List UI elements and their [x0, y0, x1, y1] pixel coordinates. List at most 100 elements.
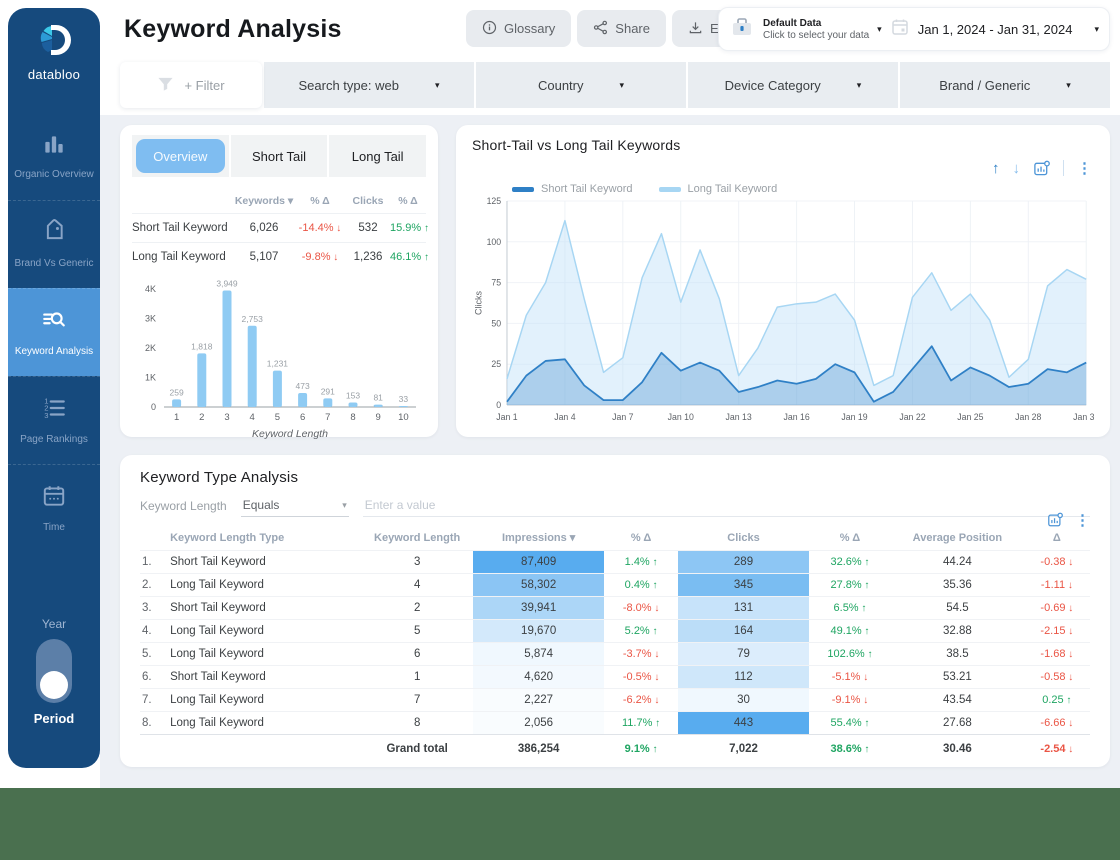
svg-text:Jan 7: Jan 7 [612, 412, 633, 422]
impressions-cell: 2,056 [473, 711, 604, 735]
summary-label: Long Tail Keyword [132, 251, 226, 263]
impressions-cell: 5,874 [473, 642, 604, 666]
table-row[interactable]: 8. Long Tail Keyword 8 2,056 11.7% ↑ 443 55.4%… [140, 711, 1090, 735]
column-header[interactable]: % Δ [809, 525, 891, 551]
arrow-up-icon: ↑ [649, 557, 658, 568]
tab-long-tail[interactable]: Long Tail [329, 135, 427, 177]
table-row[interactable]: 7. Long Tail Keyword 7 2,227 -6.2% ↓ 30 -9.1% … [140, 688, 1090, 712]
delta-value: -2.15 ↓ [1040, 625, 1073, 637]
chart-embed-icon[interactable] [1047, 512, 1063, 528]
column-header[interactable] [140, 525, 168, 551]
sidebar-item-organic-overview[interactable]: Organic Overview [8, 112, 100, 200]
clicks-cell: 112 [678, 665, 809, 689]
bar[interactable] [348, 402, 358, 407]
svg-text:33: 33 [399, 394, 409, 404]
delta-value: -6.2% ↓ [623, 694, 660, 706]
summary-header-cell[interactable]: Keywords ▾ [234, 195, 294, 207]
impressions-delta-cell: -8.0% ↓ [603, 596, 679, 620]
bar[interactable] [197, 353, 207, 407]
sort-descending-icon[interactable]: ↓ [1013, 160, 1021, 177]
year-period-toggle[interactable] [36, 639, 72, 703]
column-header[interactable]: Clicks [678, 525, 809, 551]
delta-text: -6.2% [622, 694, 652, 706]
clicks-delta-cell: 102.6% ↑ [808, 642, 892, 666]
row-number: 1. [140, 550, 169, 574]
table-row[interactable]: 6. Short Tail Keyword 1 4,620 -0.5% ↓ 112 -5.1… [140, 665, 1090, 689]
keyword-type-table: Keyword Length Type Keyword Length Impress… [140, 525, 1090, 763]
svg-text:153: 153 [346, 390, 360, 400]
data-source-selector[interactable]: Default Data Click to select your data ▾ [729, 16, 890, 43]
filter-dropdown-brand-generic[interactable]: Brand / Generic ▾ [900, 62, 1110, 108]
numbered-list-icon: 123 [41, 395, 67, 426]
legend-item[interactable]: Long Tail Keyword [658, 183, 777, 195]
arrow-up-icon: ↑ [649, 580, 658, 591]
tab-short-tail[interactable]: Short Tail [230, 135, 328, 177]
svg-text:Jan 1: Jan 1 [496, 412, 517, 422]
bar[interactable] [272, 370, 282, 407]
keyword-summary-table: Keywords ▾% Δ Clicks% Δ Short Tail Keyword… [132, 189, 429, 271]
svg-text:Jan 28: Jan 28 [1015, 412, 1041, 422]
svg-text:3: 3 [44, 411, 48, 420]
column-header[interactable]: Average Position [891, 525, 1024, 551]
delta-value: 0.25 ↑ [1042, 694, 1071, 706]
legend-item[interactable]: Short Tail Keyword [512, 183, 633, 195]
column-header[interactable]: Keyword Length Type [168, 525, 361, 551]
bar[interactable] [172, 399, 182, 407]
bar[interactable] [373, 404, 383, 407]
total-impressions: 386,254 [473, 734, 604, 763]
data-source-title: Default Data [763, 17, 822, 29]
share-button[interactable]: Share [577, 10, 666, 47]
brand-logo: databloo [28, 22, 80, 82]
sidebar-item-keyword-analysis[interactable]: Keyword Analysis [8, 288, 100, 376]
more-options-icon[interactable]: ⋮ [1075, 511, 1090, 529]
table-row[interactable]: 3. Short Tail Keyword 2 39,941 -8.0% ↓ 131 6.5… [140, 596, 1090, 620]
summary-clicks: 532 [358, 222, 378, 234]
bar[interactable] [222, 290, 232, 407]
svg-text:2K: 2K [145, 343, 156, 353]
filter-dropdown-country[interactable]: Country ▾ [476, 62, 686, 108]
keyword-type-cell: Short Tail Keyword [168, 596, 361, 620]
column-header[interactable]: Keyword Length [361, 525, 473, 551]
add-filter-button[interactable]: + Filter [120, 62, 262, 108]
bar[interactable] [323, 398, 333, 407]
delta-value: -5.1% ↓ [832, 671, 869, 683]
arrow-up-icon: ↑ [858, 603, 867, 614]
table-row[interactable]: 2. Long Tail Keyword 4 58,302 0.4% ↑ 345 27.8%… [140, 573, 1090, 597]
filter-dropdown-search-type-web[interactable]: Search type: web ▾ [264, 62, 474, 108]
avg-position-cell: 43.54 [891, 688, 1024, 712]
impressions-delta-cell: -6.2% ↓ [603, 688, 679, 712]
glossary-button[interactable]: Glossary [466, 10, 572, 47]
column-header[interactable]: % Δ [604, 525, 678, 551]
summary-header-cell[interactable]: % Δ [294, 195, 346, 207]
filter-operator-select[interactable]: Equals ▾ [240, 498, 349, 517]
summary-header-cell[interactable]: % Δ [390, 195, 426, 207]
bar[interactable] [247, 325, 257, 407]
arrow-down-icon: ↓ [330, 252, 339, 263]
impressions-cell: 4,620 [473, 665, 604, 689]
tag-icon [41, 219, 67, 250]
clicks-delta-cell: 6.5% ↑ [808, 596, 892, 620]
sidebar-item-time[interactable]: Time [8, 464, 100, 552]
delta-text: -3.7% [622, 648, 652, 660]
filter-dropdown-device-category[interactable]: Device Category ▾ [688, 62, 898, 108]
arrow-down-icon: ↓ [1065, 672, 1074, 683]
clicks-delta-cell: 55.4% ↑ [808, 711, 892, 735]
more-options-icon[interactable]: ⋮ [1077, 159, 1092, 177]
chart-embed-icon[interactable] [1033, 160, 1050, 177]
summary-header-cell[interactable]: Clicks [346, 195, 390, 207]
sort-ascending-icon[interactable]: ↑ [992, 160, 1000, 177]
filter-value-input[interactable] [362, 498, 1090, 517]
avg-position-cell: 32.88 [891, 619, 1024, 643]
table-row[interactable]: 1. Short Tail Keyword 3 87,409 1.4% ↑ 289 32.6… [140, 550, 1090, 574]
table-row[interactable]: 4. Long Tail Keyword 5 19,670 5.2% ↑ 164 49.1%… [140, 619, 1090, 643]
bar[interactable] [298, 393, 308, 407]
table-row[interactable]: 5. Long Tail Keyword 6 5,874 -3.7% ↓ 79 102.6%… [140, 642, 1090, 666]
toggle-knob[interactable] [40, 671, 68, 699]
sidebar-item-brand-vs-generic[interactable]: Brand Vs Generic [8, 200, 100, 288]
bar[interactable] [398, 406, 408, 407]
sidebar-item-page-rankings[interactable]: 1 2 3 Page Rankings [8, 376, 100, 464]
date-range-picker[interactable]: Jan 1, 2024 - Jan 31, 2024 ▾ [890, 17, 1099, 42]
delta-value: 49.1% ↑ [830, 625, 869, 637]
column-header[interactable]: Impressions ▾ [473, 525, 604, 551]
tab-overview[interactable]: Overview [132, 135, 229, 177]
